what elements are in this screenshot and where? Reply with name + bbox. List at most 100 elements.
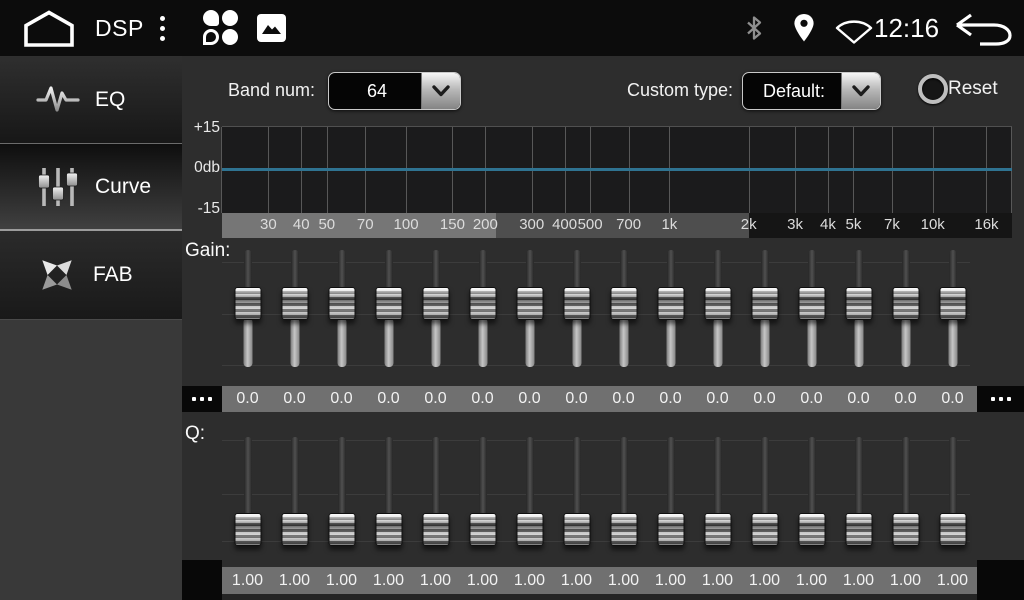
q-slider[interactable] <box>563 437 590 558</box>
gain-scroll-left-button[interactable] <box>182 386 222 412</box>
q-slider-thumb[interactable] <box>422 513 449 546</box>
sidebar-item-curve[interactable]: Curve <box>0 144 182 231</box>
q-slider-thumb[interactable] <box>516 513 543 546</box>
gain-slider-thumb[interactable] <box>657 287 684 320</box>
custom-type-value: Default: <box>743 73 841 109</box>
q-value: 1.00 <box>420 572 451 590</box>
gain-slider[interactable] <box>657 250 684 367</box>
q-slider[interactable] <box>657 437 684 558</box>
q-slider-thumb[interactable] <box>704 513 731 546</box>
gain-slider-thumb[interactable] <box>939 287 966 320</box>
gain-slider[interactable] <box>939 250 966 367</box>
q-slider[interactable] <box>422 437 449 558</box>
gain-slider-thumb[interactable] <box>892 287 919 320</box>
gain-slider[interactable] <box>234 250 261 367</box>
sidebar-item-eq[interactable]: EQ <box>0 56 182 144</box>
gain-scroll-right-button[interactable] <box>977 386 1024 412</box>
q-slider[interactable] <box>281 437 308 558</box>
freq-tick-label: 200 <box>473 216 498 233</box>
gain-slider-thumb[interactable] <box>798 287 825 320</box>
slider-track <box>573 437 581 517</box>
q-slider-thumb[interactable] <box>798 513 825 546</box>
gain-slider[interactable] <box>281 250 308 367</box>
q-slider-thumb[interactable] <box>375 513 402 546</box>
q-slider-thumb[interactable] <box>845 513 872 546</box>
q-scroll-left-button[interactable] <box>182 560 222 600</box>
chevron-down-icon[interactable] <box>421 73 460 109</box>
q-slider-thumb[interactable] <box>563 513 590 546</box>
q-slider[interactable] <box>704 437 731 558</box>
band-num-select[interactable]: 64 <box>328 72 461 110</box>
gain-slider-thumb[interactable] <box>469 287 496 320</box>
q-slider[interactable] <box>939 437 966 558</box>
gain-slider[interactable] <box>328 250 355 367</box>
q-slider-thumb[interactable] <box>657 513 684 546</box>
gain-slider[interactable] <box>610 250 637 367</box>
top-status-bar: DSP 12:16 <box>0 0 1024 56</box>
custom-type-select[interactable]: Default: <box>742 72 881 110</box>
gain-slider[interactable] <box>845 250 872 367</box>
q-slider[interactable] <box>610 437 637 558</box>
gain-slider-thumb[interactable] <box>375 287 402 320</box>
q-slider[interactable] <box>892 437 919 558</box>
q-value: 1.00 <box>561 572 592 590</box>
gain-slider-thumb[interactable] <box>234 287 261 320</box>
q-slider[interactable] <box>798 437 825 558</box>
apps-clover-icon[interactable] <box>203 10 239 46</box>
gain-slider-thumb[interactable] <box>563 287 590 320</box>
gain-slider-thumb[interactable] <box>610 287 637 320</box>
gain-slider[interactable] <box>798 250 825 367</box>
gain-slider-thumb[interactable] <box>516 287 543 320</box>
q-slider-thumb[interactable] <box>234 513 261 546</box>
gain-slider[interactable] <box>469 250 496 367</box>
back-icon[interactable] <box>952 13 1014 46</box>
q-slider-thumb[interactable] <box>281 513 308 546</box>
q-slider[interactable] <box>375 437 402 558</box>
gain-slider-thumb[interactable] <box>422 287 449 320</box>
q-slider[interactable] <box>234 437 261 558</box>
gain-slider[interactable] <box>516 250 543 367</box>
q-slider[interactable] <box>469 437 496 558</box>
q-slider-thumb[interactable] <box>328 513 355 546</box>
reset-radio[interactable] <box>918 74 948 104</box>
q-slider-thumb[interactable] <box>610 513 637 546</box>
gain-slider[interactable] <box>375 250 402 367</box>
slider-track <box>620 250 628 290</box>
gain-slider[interactable] <box>704 250 731 367</box>
q-slider[interactable] <box>516 437 543 558</box>
gain-slider-thumb[interactable] <box>281 287 308 320</box>
sidebar-item-fab[interactable]: FAB <box>0 231 182 320</box>
gain-slider-thumb[interactable] <box>704 287 731 320</box>
home-icon[interactable] <box>20 9 78 48</box>
gain-slider[interactable] <box>892 250 919 367</box>
slider-track <box>949 437 957 517</box>
freq-tick-label: 400 <box>552 216 577 233</box>
gain-slider[interactable] <box>751 250 778 367</box>
menu-kebab-icon[interactable] <box>158 0 166 56</box>
gain-value: 0.0 <box>518 390 540 408</box>
q-value: 1.00 <box>937 572 968 590</box>
gain-value: 0.0 <box>565 390 587 408</box>
gain-slider-thumb[interactable] <box>751 287 778 320</box>
q-slider-thumb[interactable] <box>469 513 496 546</box>
slider-track <box>901 318 910 367</box>
q-slider-thumb[interactable] <box>939 513 966 546</box>
mixer-sliders-icon <box>36 165 80 209</box>
q-slider[interactable] <box>845 437 872 558</box>
q-slider[interactable] <box>328 437 355 558</box>
chevron-down-icon[interactable] <box>841 73 880 109</box>
slider-track <box>384 318 393 367</box>
q-scroll-right-button[interactable] <box>977 560 1024 600</box>
q-slider[interactable] <box>751 437 778 558</box>
q-slider-thumb[interactable] <box>892 513 919 546</box>
slider-track <box>808 250 816 290</box>
gain-slider-thumb[interactable] <box>328 287 355 320</box>
page-title: DSP <box>95 0 144 56</box>
gallery-icon[interactable] <box>257 14 286 42</box>
gain-slider-thumb[interactable] <box>845 287 872 320</box>
gain-slider[interactable] <box>563 250 590 367</box>
response-curve-line <box>222 168 1012 171</box>
gain-slider[interactable] <box>422 250 449 367</box>
eq-curve-plot[interactable] <box>222 126 1012 213</box>
q-slider-thumb[interactable] <box>751 513 778 546</box>
